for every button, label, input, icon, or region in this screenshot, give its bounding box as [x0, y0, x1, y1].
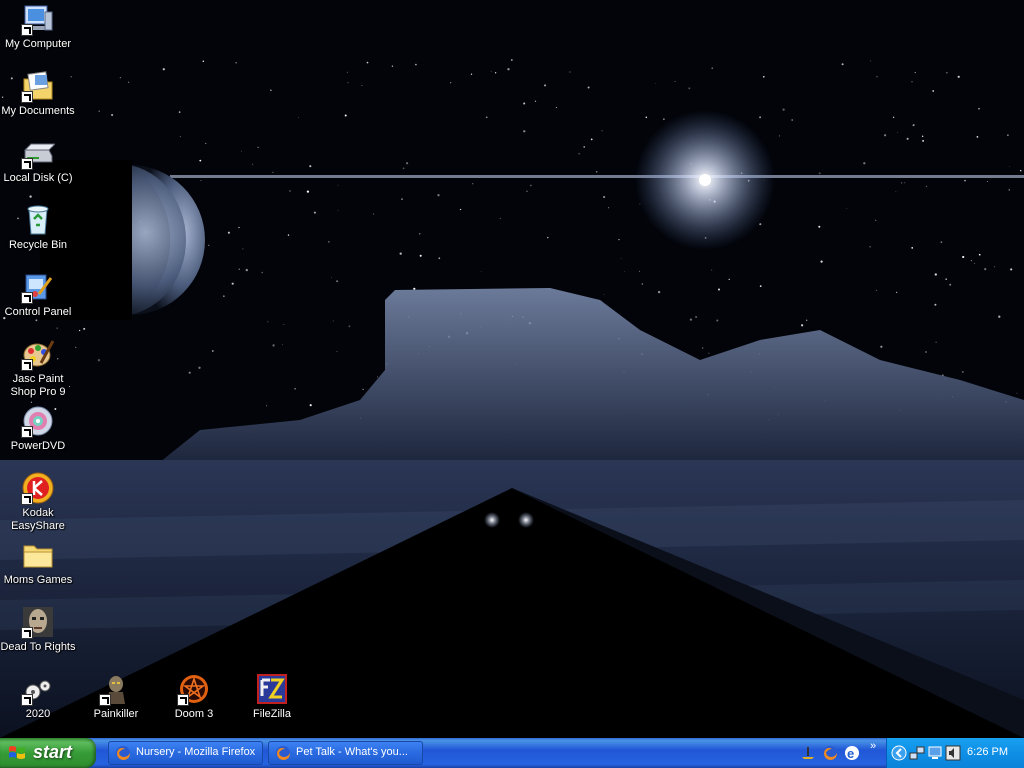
desktop-icon-label: Moms Games — [3, 574, 73, 586]
taskbar-button-label: Pet Talk - What's you... — [296, 746, 408, 758]
firefox-icon — [276, 746, 290, 760]
display-icon[interactable] — [927, 745, 943, 761]
desktop-icon-label: Doom 3 — [174, 708, 214, 720]
desktop-icon-label: Jasc Paint Shop Pro 9 — [10, 373, 66, 398]
desktop-icon-label: My Computer — [4, 38, 72, 50]
desktop-icon-powerdvd[interactable]: PowerDVD — [0, 404, 76, 453]
powerdvd-icon — [21, 404, 55, 438]
desktop-icon-painkiller[interactable]: Painkiller — [78, 672, 154, 721]
desktop-icon-2020[interactable]: 2020 — [0, 672, 76, 721]
kodak-easyshare-icon — [21, 471, 55, 505]
filezilla-icon — [255, 672, 289, 706]
show-desktop-icon[interactable] — [800, 745, 816, 761]
taskbar-button-nursery[interactable]: Nursery - Mozilla Firefox — [108, 741, 263, 765]
desktop-icon-label: Kodak EasyShare — [11, 507, 65, 532]
quick-launch-chevron-icon[interactable]: » — [870, 740, 876, 752]
desktop-icon-filezilla[interactable]: FileZilla — [234, 672, 310, 721]
desktop-icon-label: 2020 — [25, 708, 51, 720]
shortcut-arrow-icon — [21, 493, 33, 505]
svg-text:e: e — [847, 746, 854, 761]
shortcut-arrow-icon — [177, 694, 189, 706]
folder-icon — [21, 538, 55, 572]
dead-to-rights-icon — [21, 605, 55, 639]
ie-icon[interactable]: e — [844, 745, 860, 761]
desktop-icon-label: Control Panel — [4, 306, 72, 318]
desktop-icon-my-documents[interactable]: My Documents — [0, 69, 76, 118]
my-documents-icon — [21, 69, 55, 103]
desktop-icon-label: PowerDVD — [10, 440, 66, 452]
firefox-icon[interactable] — [822, 745, 838, 761]
desktop-icon-recycle-bin[interactable]: Recycle Bin — [0, 203, 76, 252]
painkiller-icon — [99, 672, 133, 706]
desktop-icon-label: Dead To Rights — [0, 641, 76, 653]
desktop-icon-label: My Documents — [1, 105, 75, 117]
my-computer-icon — [21, 2, 55, 36]
control-panel-icon — [21, 270, 55, 304]
doom3-icon — [177, 672, 211, 706]
firefox-icon — [116, 746, 130, 760]
shortcut-arrow-icon — [21, 158, 33, 170]
desktop-icon-local-disk[interactable]: Local Disk (C) — [0, 136, 76, 185]
start-button[interactable]: start — [0, 738, 96, 768]
shortcut-arrow-icon — [21, 292, 33, 304]
recycle-bin-icon — [21, 203, 55, 237]
2020-icon — [21, 672, 55, 706]
network-icon[interactable] — [909, 745, 925, 761]
taskbar-button-pet-talk[interactable]: Pet Talk - What's you... — [268, 741, 423, 765]
paint-shop-pro-icon — [21, 337, 55, 371]
shortcut-arrow-icon — [21, 694, 33, 706]
shortcut-arrow-icon — [21, 426, 33, 438]
desktop-wallpaper — [0, 0, 1024, 738]
desktop-icon-label: Local Disk (C) — [3, 172, 73, 184]
taskbar-button-label: Nursery - Mozilla Firefox — [136, 746, 256, 758]
desktop-icon-label: Painkiller — [93, 708, 139, 720]
desktop-icon-label: FileZilla — [253, 708, 291, 720]
shortcut-arrow-icon — [21, 24, 33, 36]
desktop-icon-dead-to-rights[interactable]: Dead To Rights — [0, 605, 76, 654]
desktop-icon-control-panel[interactable]: Control Panel — [0, 270, 76, 319]
desktop-icon-my-computer[interactable]: My Computer — [0, 2, 76, 51]
shortcut-arrow-icon — [21, 627, 33, 639]
shortcut-arrow-icon — [21, 359, 33, 371]
desktop-icon-kodak-easyshare[interactable]: Kodak EasyShare — [0, 471, 76, 533]
windows-logo-icon — [9, 746, 25, 759]
desktop-icon-label: Recycle Bin — [8, 239, 68, 251]
clock[interactable]: 6:26 PM — [967, 746, 1008, 758]
chevron-left-icon[interactable] — [891, 745, 907, 761]
desktop-icon-paint-shop-pro[interactable]: Jasc Paint Shop Pro 9 — [0, 337, 76, 399]
system-tray: 6:26 PM — [886, 738, 1024, 768]
local-disk-icon — [21, 136, 55, 170]
shortcut-arrow-icon — [99, 694, 111, 706]
start-label: start — [33, 742, 73, 762]
desktop-icon-doom3[interactable]: Doom 3 — [156, 672, 232, 721]
desktop-icon-moms-games[interactable]: Moms Games — [0, 538, 76, 587]
shortcut-arrow-icon — [21, 91, 33, 103]
volume-icon[interactable] — [945, 745, 961, 761]
taskbar: start Nursery - Mozilla Firefox Pet Talk… — [0, 738, 1024, 768]
